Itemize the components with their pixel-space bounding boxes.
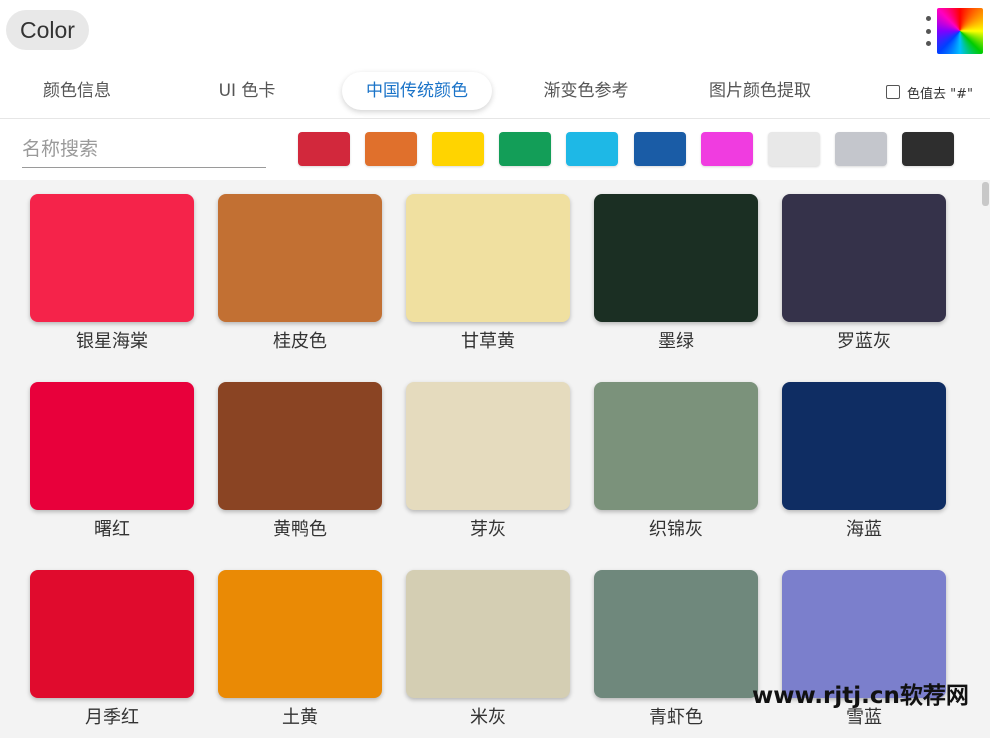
color-card[interactable]: 黄鸭色 [218,382,382,542]
color-swatch[interactable] [406,570,570,698]
tab-gradient-reference[interactable]: 渐变色参考 [522,72,650,110]
color-name: 月季红 [85,707,139,728]
scrollbar-thumb[interactable] [982,182,989,206]
color-swatch[interactable] [594,382,758,510]
color-card[interactable]: 罗蓝灰 [782,194,946,354]
color-grid: 银星海棠 桂皮色 甘草黄 墨绿 罗蓝灰 曙红 黄鸭色 芽灰 织锦灰 海蓝 月季红 土黄 米灰 青虾色 雪蓝 [0,180,990,738]
hue-filter-swatch[interactable] [835,132,887,166]
strip-hash-checkbox[interactable] [886,85,900,99]
hue-filter-swatch[interactable] [365,132,417,166]
color-card[interactable]: 桂皮色 [218,194,382,354]
color-card[interactable]: 芽灰 [406,382,570,542]
color-name: 芽灰 [470,519,506,540]
color-name: 织锦灰 [649,519,703,540]
hue-filter-swatch[interactable] [634,132,686,166]
color-name: 甘草黄 [461,331,515,352]
tab-color-info[interactable]: 颜色信息 [14,72,140,110]
color-swatch[interactable] [594,570,758,698]
color-card[interactable]: 米灰 [406,570,570,730]
color-swatch[interactable] [782,382,946,510]
tab-chinese-traditional-colors[interactable]: 中国传统颜色 [342,72,492,110]
watermark: www.rjtj.cn软荐网 [752,683,969,709]
divider [0,118,990,119]
color-card[interactable]: 海蓝 [782,382,946,542]
color-wheel-icon [937,8,983,54]
color-swatch[interactable] [406,194,570,322]
strip-hash-option[interactable]: 色值去 "#" [886,82,973,102]
tab-image-color-extract[interactable]: 图片颜色提取 [690,72,830,110]
color-card[interactable]: 甘草黄 [406,194,570,354]
strip-hash-label: 色值去 "#" [907,86,973,102]
color-swatch[interactable] [30,382,194,510]
color-card[interactable]: 土黄 [218,570,382,730]
color-name: 罗蓝灰 [837,331,891,352]
tab-ui-palette[interactable]: UI 色卡 [184,72,310,110]
color-name: 墨绿 [658,331,694,352]
color-name: 银星海棠 [76,331,148,352]
hue-filter-swatch[interactable] [499,132,551,166]
color-card[interactable]: 织锦灰 [594,382,758,542]
color-card[interactable]: 青虾色 [594,570,758,730]
tab-bar: 颜色信息 UI 色卡 中国传统颜色 渐变色参考 图片颜色提取 色值去 "#" [0,68,990,114]
top-bar: Color [0,0,990,64]
color-card[interactable]: 曙红 [30,382,194,542]
hue-filter-swatch[interactable] [566,132,618,166]
color-card[interactable]: 银星海棠 [30,194,194,354]
hue-filter-swatch[interactable] [902,132,954,166]
color-name: 曙红 [94,519,130,540]
color-swatch[interactable] [406,382,570,510]
name-search-input[interactable] [22,130,266,168]
color-swatch[interactable] [30,570,194,698]
color-name: 海蓝 [846,519,882,540]
color-swatch[interactable] [594,194,758,322]
hue-filter-swatch[interactable] [298,132,350,166]
color-card[interactable]: 墨绿 [594,194,758,354]
color-name: 黄鸭色 [273,519,327,540]
hue-filter-swatch[interactable] [701,132,753,166]
app-title[interactable]: Color [6,10,89,50]
color-name: 桂皮色 [273,331,327,352]
color-swatch[interactable] [218,570,382,698]
hue-filter-swatch[interactable] [768,132,820,166]
color-card[interactable]: 月季红 [30,570,194,730]
color-swatch[interactable] [218,382,382,510]
hue-filter-swatch[interactable] [432,132,484,166]
color-swatch[interactable] [30,194,194,322]
color-name: 土黄 [282,707,318,728]
color-name: 米灰 [470,707,506,728]
color-name: 青虾色 [649,707,703,728]
more-vertical-icon[interactable] [922,16,934,46]
color-swatch[interactable] [782,194,946,322]
color-swatch[interactable] [218,194,382,322]
